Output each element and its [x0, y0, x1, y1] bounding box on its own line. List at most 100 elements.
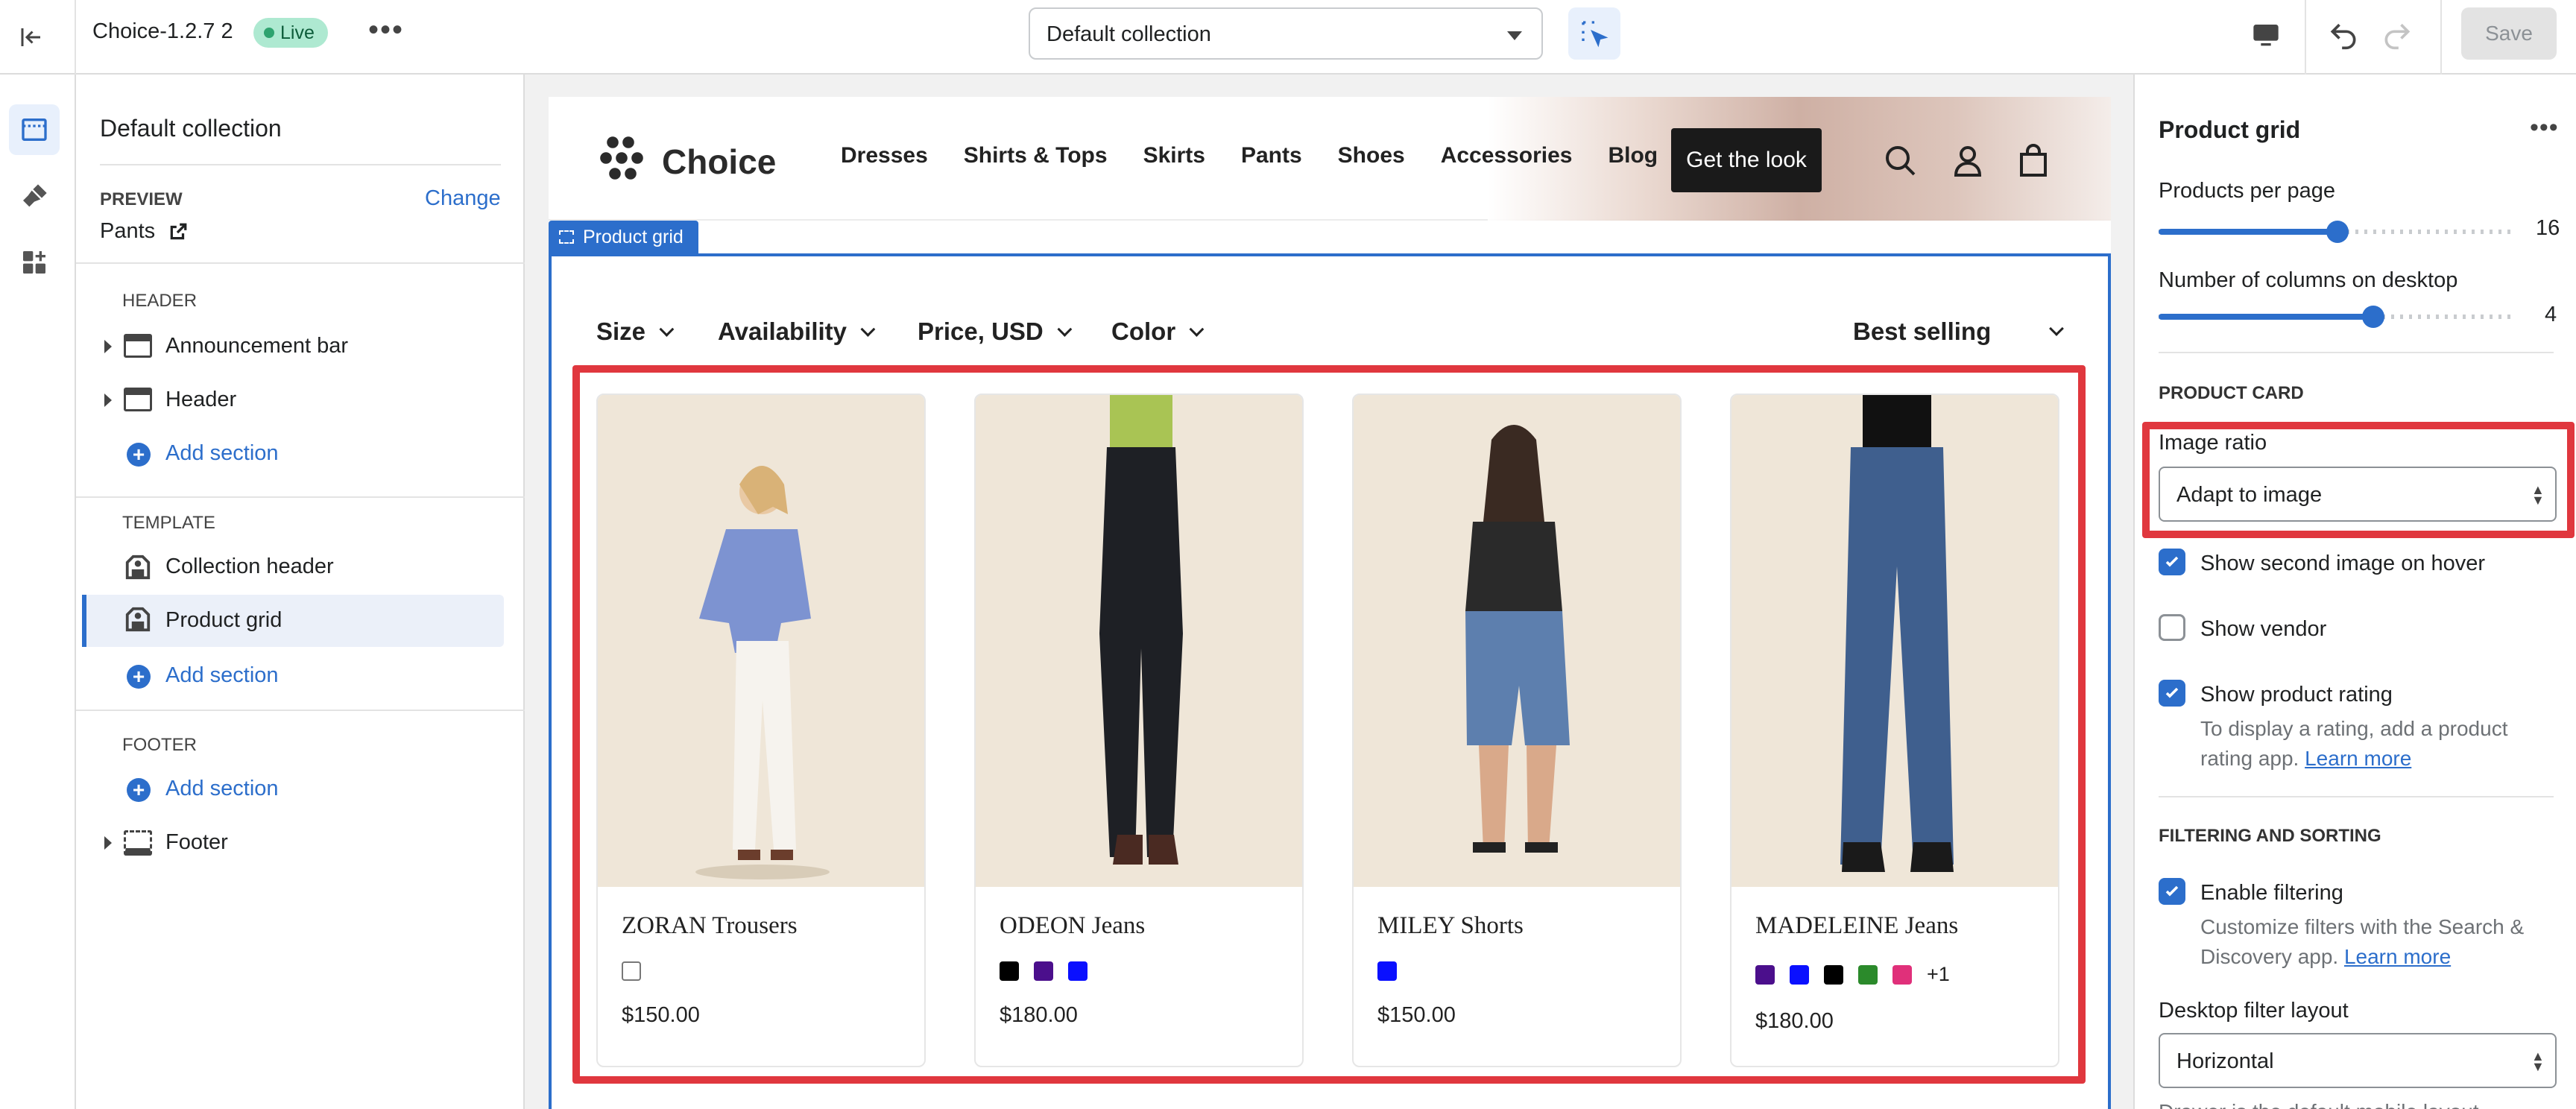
products-per-page-value: 16 — [2536, 216, 2560, 240]
more-options-icon[interactable]: ••• — [2530, 113, 2559, 142]
show-vendor-checkbox[interactable]: Show vendor — [2159, 613, 2561, 650]
template-select[interactable]: Default collection — [1029, 7, 1543, 60]
product-name[interactable]: MILEY Shorts — [1377, 912, 1524, 940]
filter-price[interactable]: Price, USD — [918, 317, 1073, 346]
color-swatch[interactable] — [1000, 961, 1019, 981]
account-icon[interactable] — [1950, 142, 1986, 179]
chevron-down-icon — [1189, 322, 1205, 337]
sidebar-item-collection-header[interactable]: Collection header — [100, 547, 502, 589]
nav-pants[interactable]: Pants — [1241, 143, 1302, 176]
plus-circle-icon: + — [127, 778, 151, 802]
filter-size[interactable]: Size — [596, 317, 675, 346]
color-swatch[interactable] — [1377, 961, 1397, 981]
section-icon — [124, 334, 152, 358]
image-ratio-select[interactable]: Adapt to image ▲ ▼ — [2159, 467, 2557, 522]
inspector-icon[interactable] — [1568, 7, 1620, 60]
product-price: $180.00 — [1000, 1003, 1078, 1027]
get-the-look-button[interactable]: Get the look — [1671, 128, 1822, 192]
product-image[interactable] — [1731, 395, 2058, 887]
desktop-preview-icon[interactable] — [2244, 13, 2288, 58]
product-image[interactable] — [598, 395, 924, 887]
nav-skirts[interactable]: Skirts — [1143, 143, 1205, 176]
save-button[interactable]: Save — [2461, 7, 2557, 60]
sort-select[interactable]: Best selling — [1853, 317, 2069, 346]
footer-group-label: FOOTER — [122, 735, 197, 755]
logo-text[interactable]: Choice — [662, 142, 776, 182]
filter-bar: Size Availability Price, USD Color Best … — [596, 313, 2072, 355]
add-section-header[interactable]: + Add section — [100, 434, 398, 475]
products-per-page-slider[interactable] — [2159, 221, 2516, 243]
desktop-filter-select[interactable]: Horizontal ▲ ▼ — [2159, 1033, 2557, 1088]
product-card[interactable]: ZORAN Trousers $150.00 — [596, 394, 926, 1067]
external-link-icon — [168, 222, 188, 241]
filter-color[interactable]: Color — [1111, 317, 1205, 346]
slider-knob — [2362, 306, 2384, 328]
search-icon[interactable] — [1883, 143, 1919, 179]
exit-icon[interactable] — [10, 16, 52, 58]
nav-dresses[interactable]: Dresses — [841, 143, 928, 176]
enable-filtering-checkbox[interactable]: Enable filtering — [2159, 876, 2561, 914]
select-arrows-icon: ▲ ▼ — [2531, 482, 2545, 508]
rating-help-text: To display a rating, add a product — [2200, 717, 2508, 740]
plus-circle-icon: + — [127, 443, 151, 467]
swatch-row — [1000, 961, 1087, 981]
product-image[interactable] — [1354, 395, 1680, 887]
more-swatches[interactable]: +1 — [1927, 963, 1950, 986]
change-link[interactable]: Change — [425, 186, 501, 211]
color-swatch[interactable] — [1034, 961, 1053, 981]
color-swatch[interactable] — [1755, 964, 1775, 985]
slider-knob — [2326, 221, 2349, 243]
show-second-image-checkbox[interactable]: Show second image on hover — [2159, 547, 2561, 584]
theme-settings-icon[interactable] — [9, 171, 60, 222]
product-card[interactable]: MADELEINE Jeans +1 $180.00 — [1730, 394, 2059, 1067]
add-section-footer[interactable]: + Add section — [100, 769, 398, 811]
store-header: Choice Dresses Shirts & Tops Skirts Pant… — [549, 97, 2111, 221]
add-section-template[interactable]: + Add section — [100, 656, 398, 698]
product-name[interactable]: MADELEINE Jeans — [1755, 912, 1958, 940]
tag-icon — [124, 605, 152, 634]
show-rating-checkbox[interactable]: Show product rating — [2159, 678, 2561, 715]
product-name[interactable]: ZORAN Trousers — [622, 912, 798, 940]
product-card[interactable]: MILEY Shorts $150.00 — [1352, 394, 1682, 1067]
plus-circle-icon: + — [127, 665, 151, 689]
drawer-note: Drawer is the default mobile layout. — [2159, 1100, 2484, 1109]
sidebar-item-announcement-bar[interactable]: Announcement bar — [100, 326, 502, 368]
section-tag: Product grid — [549, 221, 698, 253]
nav-accessories[interactable]: Accessories — [1441, 143, 1573, 176]
sections-icon[interactable] — [9, 104, 60, 155]
product-card[interactable]: ODEON Jeans $180.00 — [974, 394, 1304, 1067]
nav-shirts-tops[interactable]: Shirts & Tops — [964, 143, 1108, 176]
color-swatch[interactable] — [622, 961, 641, 981]
color-swatch[interactable] — [1790, 964, 1809, 985]
product-name[interactable]: ODEON Jeans — [1000, 912, 1145, 940]
nav-blog[interactable]: Blog — [1608, 143, 1658, 176]
nav-shoes[interactable]: Shoes — [1338, 143, 1405, 176]
section-icon — [124, 830, 152, 856]
filter-availability[interactable]: Availability — [718, 317, 876, 346]
product-price: $180.00 — [1755, 1009, 1834, 1033]
color-swatch[interactable] — [1068, 961, 1087, 981]
columns-slider[interactable] — [2159, 306, 2516, 328]
more-actions-icon[interactable]: ••• — [368, 13, 404, 47]
sidebar-item-footer[interactable]: Footer — [100, 823, 502, 865]
color-swatch[interactable] — [1892, 964, 1912, 985]
product-image[interactable] — [976, 395, 1302, 887]
products-per-page-label: Products per page — [2159, 179, 2335, 203]
icon-rail — [0, 75, 76, 1109]
cart-icon[interactable] — [2015, 142, 2051, 179]
preview-value[interactable]: Pants — [100, 219, 188, 244]
app-embeds-icon[interactable] — [9, 237, 60, 288]
undo-icon[interactable] — [2321, 12, 2366, 57]
color-swatch[interactable] — [1824, 964, 1843, 985]
sidebar-title: Default collection — [100, 115, 282, 142]
learn-more-link[interactable]: Learn more — [2305, 747, 2411, 770]
sidebar-item-header[interactable]: Header — [100, 380, 502, 422]
redo-icon[interactable] — [2375, 12, 2419, 57]
color-swatch[interactable] — [1858, 964, 1878, 985]
store-page: Choice Dresses Shirts & Tops Skirts Pant… — [549, 97, 2111, 1109]
desktop-filter-label: Desktop filter layout — [2159, 999, 2349, 1023]
logo-icon[interactable] — [595, 131, 648, 185]
chevron-down-icon — [860, 322, 876, 337]
learn-more-link[interactable]: Learn more — [2344, 945, 2451, 968]
sidebar-item-product-grid[interactable]: Product grid — [82, 595, 504, 647]
